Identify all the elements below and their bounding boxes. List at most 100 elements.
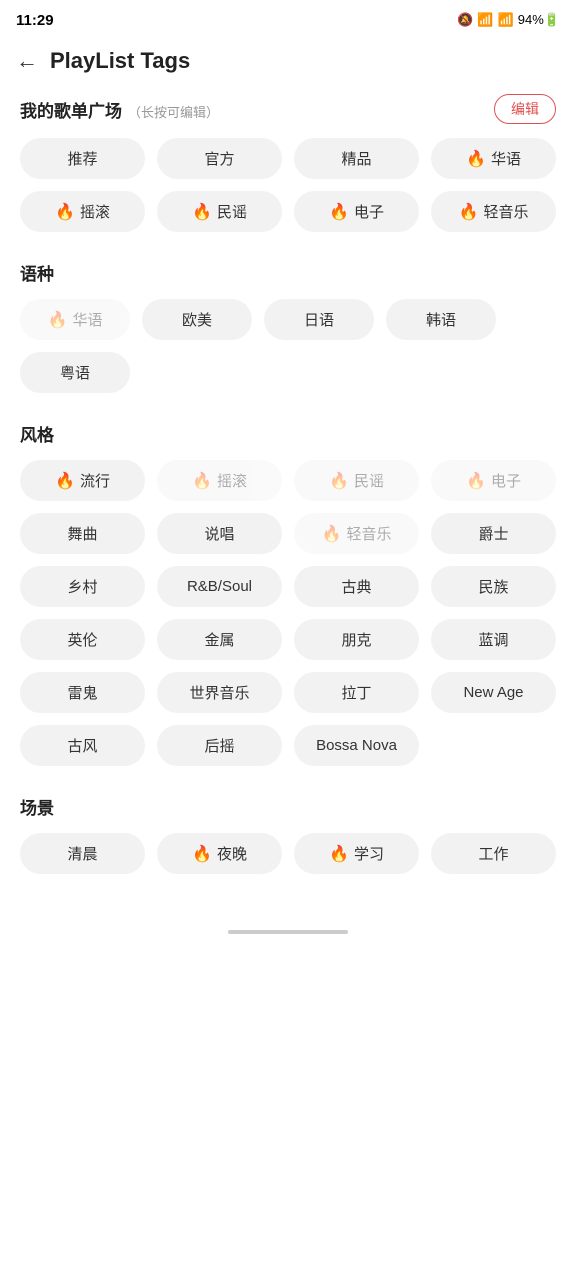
tag-label: 电子 [354,201,384,222]
tag-label: 舞曲 [67,523,97,544]
tag---[interactable]: 推荐 [20,138,145,179]
tag-label: 雷鬼 [67,682,97,703]
tag---[interactable]: 拉丁 [294,672,419,713]
tag-label: 后摇 [204,735,234,756]
fire-icon: 🔥 [466,471,486,491]
tag-label: 推荐 [67,148,97,169]
back-button[interactable]: ← [16,48,38,74]
tag-label: R&B/Soul [187,578,252,595]
tag---[interactable]: 🔥摇滚 [157,460,282,501]
tag---[interactable]: 🔥摇滚 [20,191,145,232]
tag-label: 民族 [478,576,508,597]
tag-label: 英伦 [67,629,97,650]
tag-R-B-Soul[interactable]: R&B/Soul [157,566,282,607]
tag----[interactable]: 🔥轻音乐 [431,191,556,232]
tag-New-Age[interactable]: New Age [431,672,556,713]
tag---[interactable]: 英伦 [20,619,145,660]
tag---[interactable]: 🔥流行 [20,460,145,501]
tag---[interactable]: 乡村 [20,566,145,607]
tag---[interactable]: 清晨 [20,833,145,874]
tag-label: 民谣 [354,470,384,491]
tag-label: 流行 [80,470,110,491]
edit-button[interactable]: 编辑 [494,94,556,124]
tag-label: 轻音乐 [346,523,391,544]
tag---[interactable]: 粤语 [20,352,130,393]
tag---[interactable]: 蓝调 [431,619,556,660]
tag-label: Bossa Nova [316,737,397,754]
tag-label: 工作 [478,843,508,864]
my-playlist-section: 我的歌单广场 （长按可编辑） 编辑 推荐官方精品🔥华语🔥摇滚🔥民谣🔥电子🔥轻音乐 [20,94,556,232]
main-content: 我的歌单广场 （长按可编辑） 编辑 推荐官方精品🔥华语🔥摇滚🔥民谣🔥电子🔥轻音乐… [0,86,576,922]
style-section-title: 风格 [20,421,54,446]
tag---[interactable]: 民族 [431,566,556,607]
tag---[interactable]: 🔥学习 [294,833,419,874]
tag-----[interactable]: 世界音乐 [157,672,282,713]
my-section-subtitle: （长按可编辑） [128,102,219,121]
section-header-language: 语种 [20,260,556,285]
language-tags-grid: 🔥华语欧美日语韩语粤语 [20,299,556,393]
tag---[interactable]: 🔥华语 [431,138,556,179]
header: ← PlayList Tags [0,36,576,86]
fire-icon: 🔥 [55,471,75,491]
tag---[interactable]: 古风 [20,725,145,766]
tag-label: 金属 [204,629,234,650]
bottom-bar [0,922,576,946]
tag-label: 精品 [341,148,371,169]
fire-icon: 🔥 [329,202,349,222]
tag---[interactable]: 韩语 [386,299,496,340]
scene-section: 场景 清晨🔥夜晚🔥学习工作 [20,794,556,874]
fire-icon: 🔥 [192,844,212,864]
battery-icon: 94%🔋 [518,12,560,28]
signal-icon: 📶 [498,12,514,28]
tag-label: 轻音乐 [483,201,528,222]
tag---[interactable]: 精品 [294,138,419,179]
tag-label: 乡村 [67,576,97,597]
tag-label: New Age [463,684,523,701]
tag---[interactable]: 后摇 [157,725,282,766]
fire-icon: 🔥 [192,471,212,491]
tag---[interactable]: 🔥民谣 [157,191,282,232]
tag---[interactable]: 欧美 [142,299,252,340]
tag-Bossa-Nova[interactable]: Bossa Nova [294,725,419,766]
tag-label: 夜晚 [217,843,247,864]
tag---[interactable]: 官方 [157,138,282,179]
tag---[interactable]: 爵士 [431,513,556,554]
fire-icon: 🔥 [48,310,68,330]
tag---[interactable]: 舞曲 [20,513,145,554]
tag---[interactable]: 🔥电子 [431,460,556,501]
style-tags-grid: 🔥流行🔥摇滚🔥民谣🔥电子舞曲说唱🔥轻音乐爵士乡村R&B/Soul古典民族英伦金属… [20,460,556,766]
tag---[interactable]: 金属 [157,619,282,660]
fire-icon: 🔥 [192,202,212,222]
section-title-row: 我的歌单广场 （长按可编辑） [20,97,219,122]
tag-label: 古风 [67,735,97,756]
tag-label: 华语 [72,309,102,330]
fire-icon: 🔥 [322,524,342,544]
tag-label: 日语 [304,309,334,330]
tag---[interactable]: 雷鬼 [20,672,145,713]
tag-label: 粤语 [60,362,90,383]
tag---[interactable]: 工作 [431,833,556,874]
style-section: 风格 🔥流行🔥摇滚🔥民谣🔥电子舞曲说唱🔥轻音乐爵士乡村R&B/Soul古典民族英… [20,421,556,766]
language-section: 语种 🔥华语欧美日语韩语粤语 [20,260,556,393]
tag----[interactable]: 🔥轻音乐 [294,513,419,554]
tag---[interactable]: 古典 [294,566,419,607]
section-header-scene: 场景 [20,794,556,819]
tag---[interactable]: 说唱 [157,513,282,554]
tag---[interactable]: 🔥华语 [20,299,130,340]
tag-label: 朋克 [341,629,371,650]
fire-icon: 🔥 [329,471,349,491]
tag-label: 世界音乐 [189,682,249,703]
scroll-indicator [228,930,348,934]
fire-icon: 🔥 [329,844,349,864]
tag---[interactable]: 🔥民谣 [294,460,419,501]
tag---[interactable]: 日语 [264,299,374,340]
tag---[interactable]: 🔥电子 [294,191,419,232]
tag---[interactable]: 🔥夜晚 [157,833,282,874]
fire-icon: 🔥 [55,202,75,222]
my-tags-grid: 推荐官方精品🔥华语🔥摇滚🔥民谣🔥电子🔥轻音乐 [20,138,556,232]
tag-label: 摇滚 [217,470,247,491]
section-header-style: 风格 [20,421,556,446]
tag---[interactable]: 朋克 [294,619,419,660]
scene-tags-grid: 清晨🔥夜晚🔥学习工作 [20,833,556,874]
wifi-icon: 📶 [477,12,493,28]
